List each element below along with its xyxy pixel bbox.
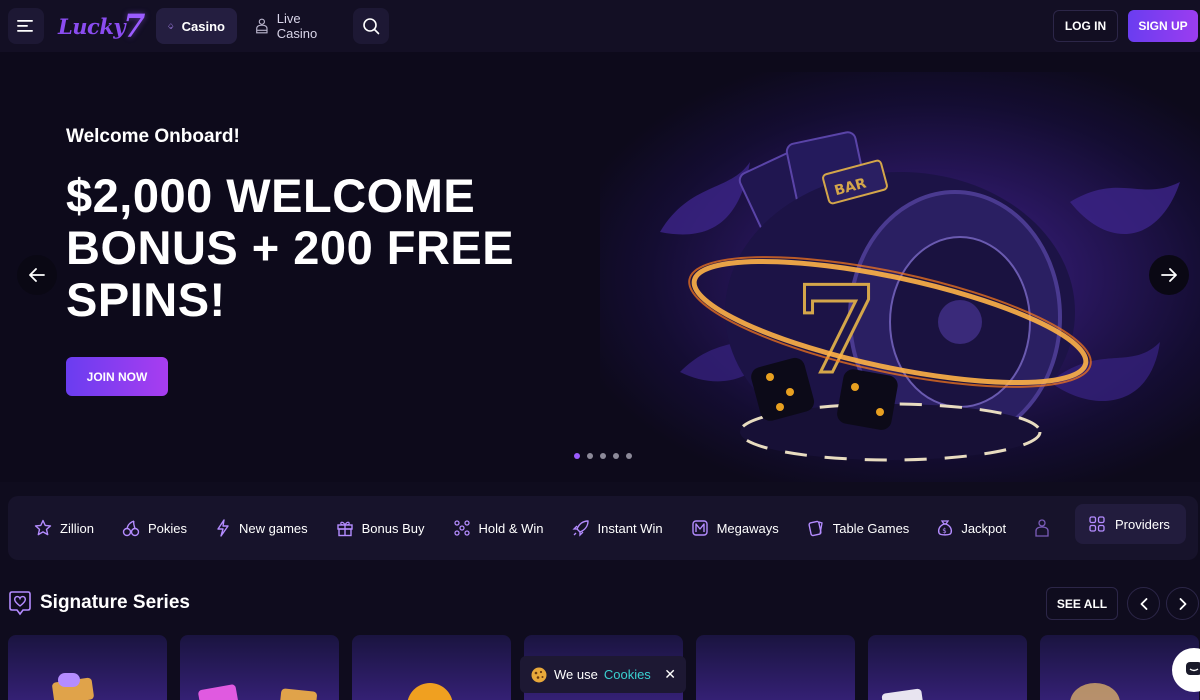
lightning-icon bbox=[217, 519, 229, 537]
slide-dot[interactable] bbox=[600, 453, 606, 459]
category-label: Bonus Buy bbox=[361, 520, 425, 536]
category-jackpot[interactable]: $ Jackpot bbox=[937, 519, 1006, 537]
cookie-link[interactable]: Cookies bbox=[604, 667, 651, 682]
game-card[interactable] bbox=[180, 635, 339, 700]
dealer-icon bbox=[1035, 519, 1049, 537]
slide-dots bbox=[574, 453, 632, 459]
logo-seven: 7 bbox=[123, 7, 146, 45]
category-bar: Zillion Pokies New games Bonus Buy Hold … bbox=[8, 496, 1198, 560]
spade-icon bbox=[168, 23, 174, 29]
cookie-icon bbox=[531, 667, 547, 682]
section-title: Signature Series bbox=[40, 592, 190, 613]
category-label: New games bbox=[239, 520, 308, 536]
hero-next-button[interactable] bbox=[1149, 255, 1189, 295]
carousel-next-button[interactable] bbox=[1166, 587, 1199, 620]
join-now-button[interactable]: JOIN NOW bbox=[66, 357, 168, 396]
hero-title-line-1: $2,000 WELCOME bbox=[66, 169, 476, 222]
category-zillion[interactable]: Zillion bbox=[34, 519, 94, 537]
cookie-close-button[interactable]: ✕ bbox=[664, 666, 676, 683]
chevron-left-icon bbox=[1140, 597, 1147, 610]
category-label: Pokies bbox=[147, 520, 187, 536]
carousel-prev-button[interactable] bbox=[1127, 587, 1160, 620]
providers-button[interactable]: Providers bbox=[1075, 504, 1186, 544]
category-pokies[interactable]: Pokies bbox=[122, 519, 187, 537]
slide-dot[interactable] bbox=[626, 453, 632, 459]
arrow-right-icon bbox=[1161, 268, 1177, 282]
category-table-games[interactable]: Table Games bbox=[807, 519, 910, 537]
signature-section-header: Signature Series bbox=[8, 588, 190, 618]
see-all-button[interactable]: SEE ALL bbox=[1046, 587, 1118, 620]
dealer-icon bbox=[256, 18, 268, 34]
providers-label: Providers bbox=[1115, 516, 1170, 532]
category-instant-win[interactable]: Instant Win bbox=[571, 519, 663, 537]
heart-badge-icon bbox=[9, 591, 31, 616]
category-label: Hold & Win bbox=[478, 520, 544, 536]
grid-dots-icon bbox=[453, 520, 470, 536]
slide-dot[interactable] bbox=[574, 453, 580, 459]
search-icon bbox=[363, 18, 380, 35]
login-button[interactable]: LOG IN bbox=[1053, 10, 1118, 42]
chevron-right-icon bbox=[1179, 597, 1186, 610]
category-hold-and-win[interactable]: Hold & Win bbox=[453, 519, 544, 537]
game-card[interactable] bbox=[696, 635, 855, 700]
category-label: Table Games bbox=[832, 520, 910, 536]
hero-title-line-3: SPINS! bbox=[66, 273, 226, 326]
slot-machine-illustration: BAR 7 bbox=[660, 131, 1180, 462]
category-bonus-buy[interactable]: Bonus Buy bbox=[336, 519, 425, 537]
tab-casino-label: Casino bbox=[181, 18, 225, 34]
cards-icon bbox=[808, 520, 823, 537]
tab-live-casino[interactable]: Live Casino bbox=[243, 8, 347, 44]
category-label: Zillion bbox=[60, 520, 94, 536]
logo[interactable]: Lucky 7 bbox=[58, 7, 146, 45]
cookie-banner: We use Cookies ✕ bbox=[520, 656, 686, 693]
svg-text:$: $ bbox=[943, 527, 947, 535]
hero-prev-button[interactable] bbox=[17, 255, 57, 295]
slide-dot[interactable] bbox=[587, 453, 593, 459]
hero-title-line-2: BONUS + 200 FREE bbox=[66, 221, 515, 274]
logo-text: Lucky bbox=[58, 13, 126, 39]
cherry-icon bbox=[122, 520, 140, 537]
rocket-icon bbox=[571, 520, 589, 537]
category-label: Instant Win bbox=[597, 520, 663, 536]
chat-icon bbox=[1186, 662, 1200, 675]
tab-casino[interactable]: Casino bbox=[156, 8, 237, 44]
signup-button[interactable]: SIGN UP bbox=[1128, 10, 1198, 42]
hamburger-icon bbox=[17, 20, 33, 32]
cookie-text: We use bbox=[554, 667, 598, 682]
megaways-icon bbox=[691, 520, 708, 536]
gift-icon bbox=[336, 521, 353, 537]
hero-illustration: BAR 7 bbox=[600, 72, 1200, 482]
slide-dot[interactable] bbox=[613, 453, 619, 459]
category-label: Megaways bbox=[716, 520, 779, 536]
category-new-games[interactable]: New games bbox=[215, 519, 308, 537]
game-card[interactable] bbox=[352, 635, 511, 700]
star-icon bbox=[34, 519, 52, 536]
arrow-left-icon bbox=[29, 268, 45, 282]
money-bag-icon: $ bbox=[938, 520, 953, 536]
game-card[interactable] bbox=[8, 635, 167, 700]
category-label: Jackpot bbox=[961, 520, 1007, 536]
game-card[interactable] bbox=[868, 635, 1027, 700]
hero-welcome-text: Welcome Onboard! bbox=[66, 126, 240, 147]
menu-button[interactable] bbox=[8, 8, 44, 44]
category-partial[interactable] bbox=[1034, 519, 1050, 537]
grid-icon bbox=[1089, 516, 1105, 532]
hero-title: $2,000 WELCOME BONUS + 200 FREE SPINS! bbox=[66, 170, 566, 326]
category-megaways[interactable]: Megaways bbox=[691, 519, 779, 537]
search-button[interactable] bbox=[353, 8, 389, 44]
tab-live-casino-label: Live Casino bbox=[276, 11, 318, 41]
top-bar: Lucky 7 Casino Live Casino LOG IN SIGN U… bbox=[0, 0, 1200, 52]
hero-banner: BAR 7 Welcome Onboard! $2,000 WELCOME BO… bbox=[0, 52, 1200, 482]
